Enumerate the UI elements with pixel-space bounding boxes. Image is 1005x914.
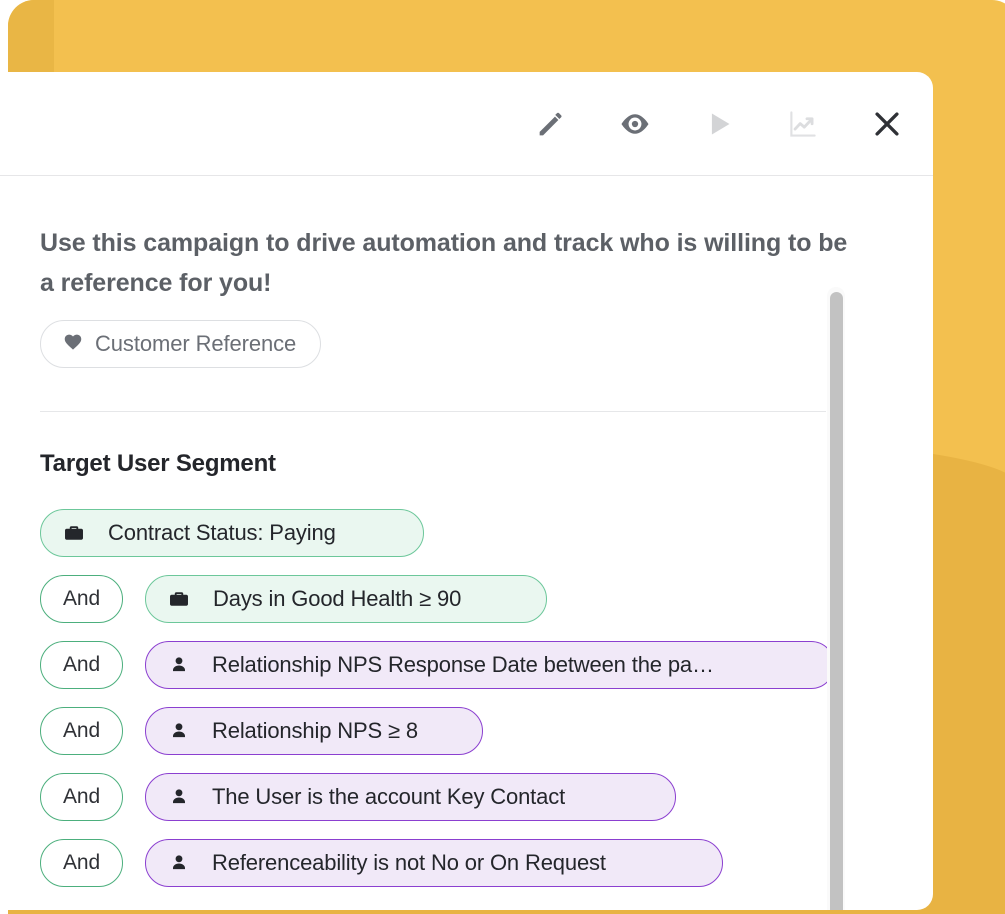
campaign-tag-chip[interactable]: Customer Reference [40,320,322,368]
preview-button[interactable] [615,104,655,144]
user-icon [168,655,190,675]
edit-button[interactable] [531,104,571,144]
heart-icon [62,331,84,358]
user-icon [168,853,190,873]
condition-label: Contract Status: Paying [108,520,336,545]
operator-pill-and[interactable]: And [40,707,123,755]
edit-icon [534,107,568,141]
condition-label: Relationship NPS Response Date between t… [212,652,714,677]
condition-row: And Relationship NPS Response Date betwe… [40,641,860,689]
section-title: Target User Segment [40,450,276,477]
play-icon [702,107,736,141]
briefcase-icon [63,522,85,544]
close-button[interactable] [867,104,907,144]
condition-chip-days-good-health[interactable]: Days in Good Health ≥ 90 [145,575,547,623]
condition-chip-nps-response-date[interactable]: Relationship NPS Response Date between t… [145,641,835,689]
operator-pill-and[interactable]: And [40,773,123,821]
condition-chip-referenceability[interactable]: Referenceability is not No or On Request [145,839,723,887]
eye-icon [617,106,653,142]
condition-label: The User is the account Key Contact [212,784,566,809]
campaign-detail-panel: Use this campaign to drive automation an… [0,72,933,910]
operator-pill-and[interactable]: And [40,839,123,887]
operator-pill-and[interactable]: And [40,641,123,689]
backdrop-corner-shade [8,0,54,74]
user-icon [168,721,190,741]
campaign-tag-label: Customer Reference [95,331,297,356]
chart-line-up-icon [786,107,820,141]
content-column: Use this campaign to drive automation an… [40,177,860,887]
panel-body: Use this campaign to drive automation an… [0,177,933,910]
user-icon [168,787,190,807]
condition-row: Contract Status: Paying [40,509,860,557]
condition-list: Contract Status: Paying And Days in Good… [40,509,860,887]
condition-label: Relationship NPS ≥ 8 [212,718,418,743]
condition-row: And Relationship NPS ≥ 8 [40,707,860,755]
screenshot-root: Use this campaign to drive automation an… [0,0,1005,914]
tag-row: Customer Reference [40,320,860,368]
condition-chip-key-contact[interactable]: The User is the account Key Contact [145,773,676,821]
condition-label: Referenceability is not No or On Request [212,850,606,875]
condition-row: And The User is the account Key Contact [40,773,860,821]
scrollbar-thumb[interactable] [830,292,843,910]
condition-row: And Days in Good Health ≥ 90 [40,575,860,623]
launch-button[interactable] [699,104,739,144]
close-icon [869,106,905,142]
campaign-description: Use this campaign to drive automation an… [40,229,848,297]
header-action-bar [531,72,907,176]
analytics-button[interactable] [783,104,823,144]
condition-chip-contract-status[interactable]: Contract Status: Paying [40,509,424,557]
condition-label: Days in Good Health ≥ 90 [213,586,462,611]
panel-header [0,72,933,176]
operator-pill-and[interactable]: And [40,575,123,623]
briefcase-icon [168,588,190,610]
condition-row: And Referenceability is not No or On Req… [40,839,860,887]
condition-chip-relationship-nps[interactable]: Relationship NPS ≥ 8 [145,707,483,755]
